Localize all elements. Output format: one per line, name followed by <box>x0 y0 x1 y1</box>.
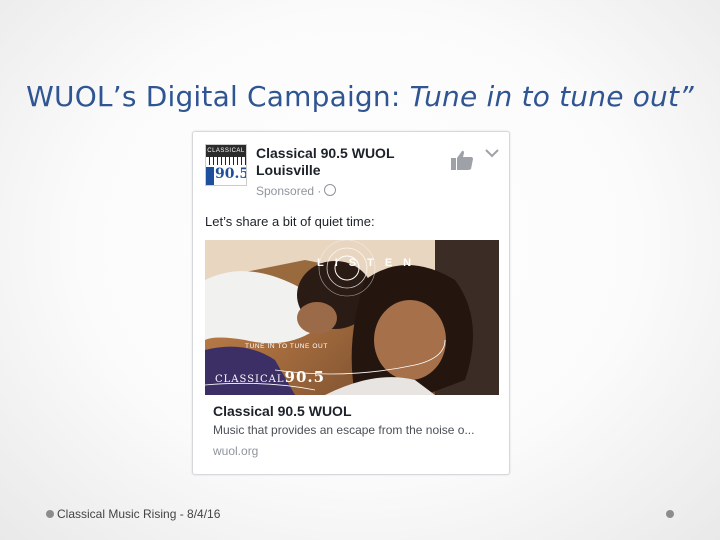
thumbs-up-icon[interactable] <box>450 148 474 172</box>
slide-title-italic: Tune in to tune out” <box>409 80 694 113</box>
brand-word: CLASSICAL <box>215 374 285 385</box>
link-domain[interactable]: wuol.org <box>213 444 258 458</box>
listen-text: LISTEN <box>317 257 423 269</box>
ad-brand: CLASSICAL90.5 <box>215 368 325 386</box>
avatar-band <box>206 167 214 185</box>
globe-icon <box>324 184 337 196</box>
slide-corner-dot <box>666 510 674 518</box>
ad-tagline: TUNE IN TO TUNE OUT <box>245 343 328 350</box>
slide-title: WUOL’s Digital Campaign: Tune in to tune… <box>0 80 720 113</box>
ad-image[interactable]: LISTEN TUNE IN TO TUNE OUT CLASSICAL90.5 <box>205 240 499 395</box>
link-description[interactable]: Music that provides an escape from the n… <box>213 423 493 437</box>
slide-footer: Classical Music Rising - 8/4/16 <box>57 507 221 521</box>
page-name-link[interactable]: Classical 90.5 WUOL Louisville <box>256 145 426 179</box>
sponsored-text: Sponsored · <box>256 184 322 198</box>
link-title[interactable]: Classical 90.5 WUOL <box>213 403 352 419</box>
brand-frequency: 90.5 <box>284 368 326 386</box>
avatar-label: CLASSICAL <box>206 145 246 157</box>
facebook-ad-post: CLASSICAL 90.5 Classical 90.5 WUOL Louis… <box>192 131 510 475</box>
post-text: Let’s share a bit of quiet time: <box>205 214 375 229</box>
chevron-down-icon[interactable] <box>485 148 499 158</box>
footer-bullet <box>46 510 54 518</box>
page-avatar[interactable]: CLASSICAL 90.5 <box>205 144 247 186</box>
piano-keys-graphic <box>206 157 246 165</box>
sponsored-label: Sponsored · <box>256 184 337 198</box>
slide-title-main: WUOL’s Digital Campaign: <box>26 80 410 113</box>
avatar-frequency: 90.5 <box>215 166 247 182</box>
